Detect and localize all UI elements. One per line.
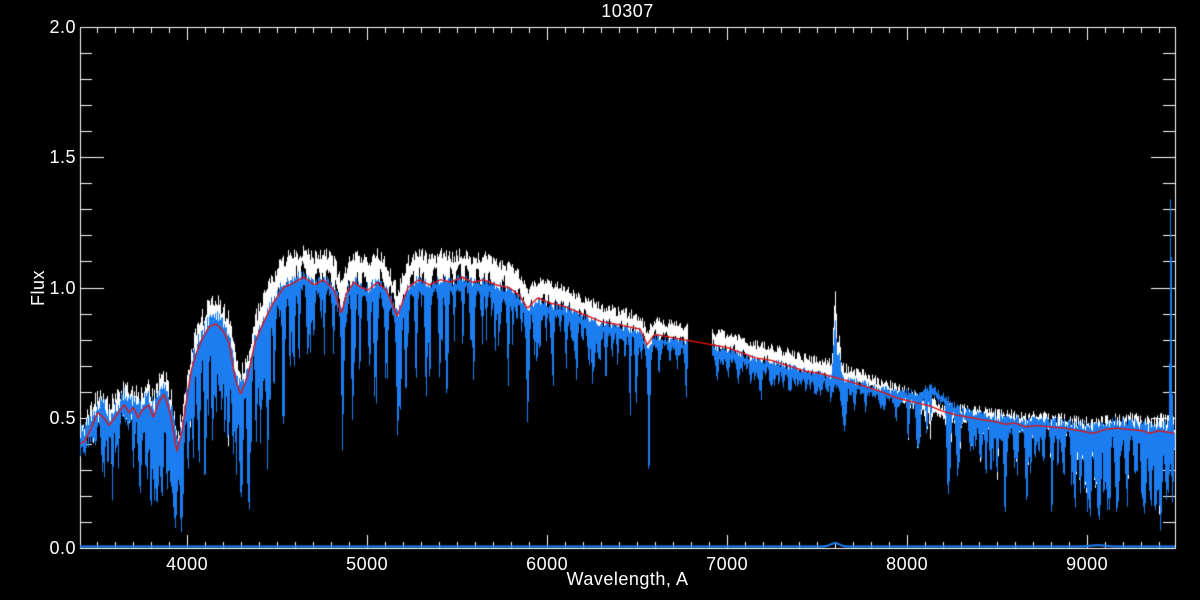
spectrum-figure: 10307 Wavelength, A Flux 4000 5000 6000 700…: [0, 0, 1200, 600]
y-tick-label: 1.0: [49, 277, 76, 298]
spectrum-canvas: [0, 0, 1200, 600]
x-tick-label: 7000: [706, 554, 749, 574]
x-tick-label: 6000: [526, 554, 569, 574]
y-tick-label: 0.0: [49, 538, 76, 558]
y-tick-label: 2.0: [49, 17, 76, 37]
x-axis-label: Wavelength, A: [566, 569, 689, 589]
y-tick-label: 0.5: [49, 407, 76, 428]
x-tick-label: 9000: [1066, 554, 1109, 574]
x-tick-label: 4000: [166, 554, 209, 574]
x-tick-label: 5000: [346, 554, 389, 574]
y-tick-label: 1.5: [49, 147, 76, 168]
chart-title: 10307: [601, 1, 654, 21]
x-tick-label: 8000: [886, 554, 929, 574]
